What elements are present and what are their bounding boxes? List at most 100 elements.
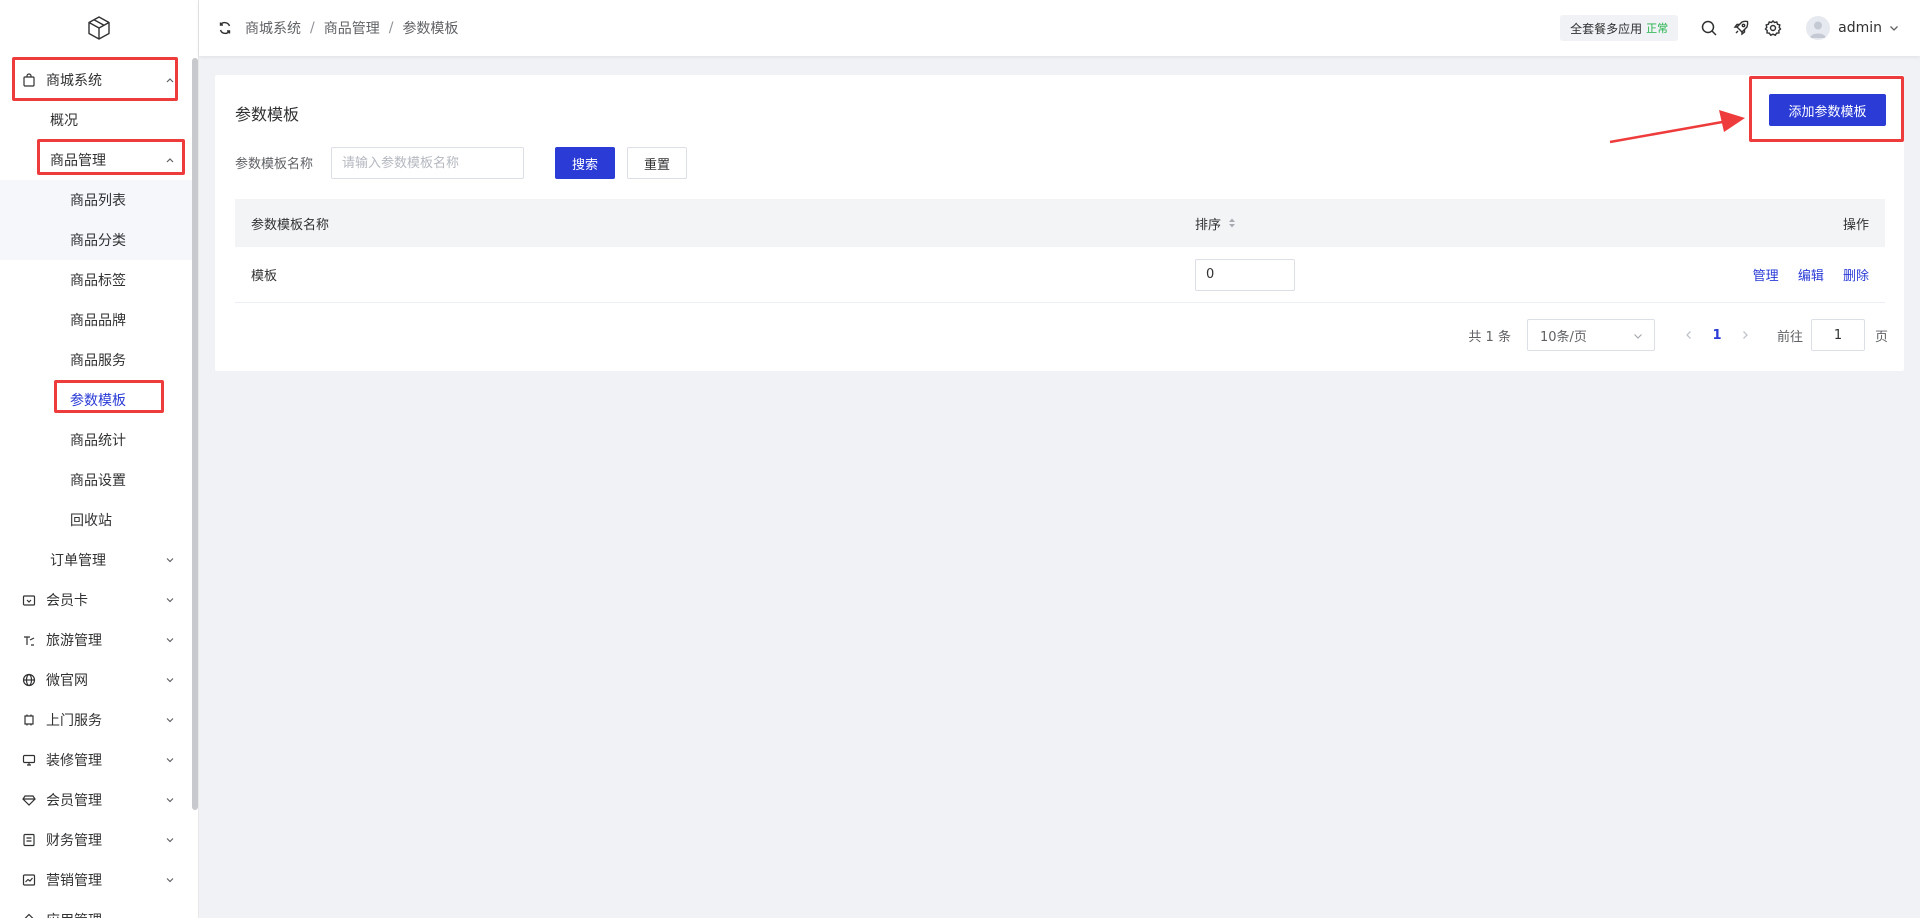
- chevron-down-icon: [166, 558, 174, 563]
- sidebar-item-travel[interactable]: 旅游管理: [0, 620, 192, 660]
- chevron-down-icon: [166, 678, 174, 683]
- sidebar-item-recycle-bin[interactable]: 回收站: [0, 500, 192, 540]
- chevron-left-icon: [1686, 331, 1691, 339]
- sidebar-item-micro-site[interactable]: 微官网: [0, 660, 192, 700]
- sidebar-item-label: 旅游管理: [46, 633, 102, 649]
- chevron-down-icon: [166, 838, 174, 843]
- package-status: 正常: [1646, 22, 1669, 35]
- sidebar-item-label: 财务管理: [46, 833, 102, 849]
- sidebar-item-label: 商品服务: [70, 353, 126, 369]
- sort-cell: [1195, 258, 1295, 291]
- sort-input[interactable]: [1195, 258, 1295, 291]
- table-header: 参数模板名称 排序 操作: [235, 199, 1885, 247]
- avatar[interactable]: [1806, 16, 1831, 40]
- breadcrumb-item[interactable]: 商品管理: [324, 18, 380, 38]
- page-number-current[interactable]: 1: [1703, 328, 1731, 343]
- chart-icon: [21, 872, 37, 888]
- sidebar-item-label: 微官网: [46, 673, 88, 689]
- sidebar-item-app-management[interactable]: 应用管理: [0, 900, 192, 918]
- filter-label: 参数模板名称: [235, 157, 314, 172]
- username[interactable]: admin: [1838, 20, 1882, 36]
- page-size-select[interactable]: 10条/页: [1526, 319, 1655, 351]
- breadcrumb: 商城系统 / 商品管理 / 参数模板: [245, 18, 458, 38]
- refresh-icon[interactable]: [217, 20, 233, 36]
- breadcrumb-item[interactable]: 商城系统: [245, 18, 301, 38]
- chevron-down-icon: [166, 598, 174, 603]
- sidebar-item-label: 商品标签: [70, 273, 126, 289]
- add-param-template-button[interactable]: 添加参数模板: [1769, 94, 1886, 126]
- sidebar-item-label: 参数模板: [70, 393, 126, 409]
- gear-icon[interactable]: [1764, 19, 1782, 37]
- pagination: 共 1 条 10条/页 1 前往 页: [1468, 319, 1888, 351]
- sidebar-item-marketing[interactable]: 营销管理: [0, 860, 192, 900]
- param-template-table: 参数模板名称 排序 操作 模板 管理 编辑 删除: [235, 199, 1885, 303]
- next-page-button[interactable]: [1731, 321, 1759, 349]
- table-row: 模板 管理 编辑 删除: [235, 247, 1885, 303]
- sidebar-item-label: 会员管理: [46, 793, 102, 809]
- sidebar-item-label: 回收站: [70, 513, 112, 529]
- cube-logo-icon: [88, 16, 110, 40]
- sidebar-item-member-card[interactable]: 会员卡: [0, 580, 192, 620]
- globe-icon: [21, 672, 37, 688]
- bag-icon: [21, 72, 37, 88]
- sidebar-item-home-service[interactable]: 上门服务: [0, 700, 192, 740]
- header-actions: 全套餐多应用 正常 admin: [1560, 0, 1920, 56]
- goto-page-input[interactable]: [1810, 319, 1865, 351]
- template-name-cell: 模板: [251, 269, 278, 284]
- sidebar-item-overview[interactable]: 概况: [0, 100, 192, 140]
- column-header-actions: 操作: [1842, 217, 1869, 233]
- sidebar-item-product-category[interactable]: 商品分类: [0, 220, 192, 260]
- sidebar-item-label: 会员卡: [46, 593, 88, 609]
- chevron-right-icon: [1743, 331, 1748, 339]
- sidebar-item-member-management[interactable]: 会员管理: [0, 780, 192, 820]
- package-badge[interactable]: 全套餐多应用 正常: [1560, 15, 1679, 41]
- delete-link[interactable]: 删除: [1843, 269, 1869, 284]
- sidebar: 商城系统 概况 商品管理 商品列表 商品分类 商品标签 商品品牌 商品服务 参数…: [0, 0, 199, 918]
- app-icon: [21, 912, 37, 918]
- sidebar-item-label: 商品设置: [70, 473, 126, 489]
- sidebar-item-product-service[interactable]: 商品服务: [0, 340, 192, 380]
- rocket-icon[interactable]: [1732, 19, 1750, 37]
- chevron-down-icon: [166, 798, 174, 803]
- sidebar-item-product-management[interactable]: 商品管理: [0, 140, 192, 180]
- sidebar-item-label: 商品列表: [70, 193, 126, 209]
- sidebar-item-label: 装修管理: [46, 753, 102, 769]
- sidebar-scrollbar[interactable]: [192, 58, 198, 810]
- sidebar-item-mall-system[interactable]: 商城系统: [0, 60, 192, 100]
- sidebar-item-label: 应用管理: [46, 910, 102, 918]
- sort-caret-icon[interactable]: [1226, 216, 1238, 230]
- sidebar-item-finance[interactable]: 财务管理: [0, 820, 192, 860]
- sidebar-item-param-template[interactable]: 参数模板: [0, 380, 192, 420]
- sidebar-item-product-brand[interactable]: 商品品牌: [0, 300, 192, 340]
- page-title: 参数模板: [235, 105, 300, 124]
- finance-icon: [21, 832, 37, 848]
- column-header-sort[interactable]: 排序: [1195, 214, 1238, 233]
- breadcrumb-separator: /: [310, 20, 315, 36]
- sidebar-item-label: 商品分类: [70, 233, 126, 249]
- search-button[interactable]: 搜索: [555, 147, 615, 179]
- chevron-down-icon[interactable]: [1888, 22, 1900, 34]
- page-size-value: 10条/页: [1539, 329, 1587, 345]
- sidebar-item-product-tags[interactable]: 商品标签: [0, 260, 192, 300]
- main-card: 参数模板 添加参数模板 参数模板名称 搜索 重置 参数模板名称 排序 操作 模板…: [215, 75, 1904, 371]
- chevron-down-icon: [166, 638, 174, 643]
- sidebar-item-decoration[interactable]: 装修管理: [0, 740, 192, 780]
- sidebar-item-label: 商品统计: [70, 433, 126, 449]
- template-name-search-input[interactable]: [331, 147, 524, 179]
- user-avatar-icon: [1810, 21, 1827, 38]
- sidebar-item-label: 营销管理: [46, 873, 102, 889]
- sidebar-item-order-management[interactable]: 订单管理: [0, 540, 192, 580]
- search-icon[interactable]: [1700, 19, 1718, 37]
- chevron-down-icon: [166, 718, 174, 723]
- decor-icon: [21, 752, 37, 768]
- edit-link[interactable]: 编辑: [1798, 269, 1824, 284]
- sidebar-item-product-list[interactable]: 商品列表: [0, 180, 192, 220]
- prev-page-button[interactable]: [1675, 321, 1703, 349]
- sidebar-item-label: 概况: [50, 113, 78, 129]
- manage-link[interactable]: 管理: [1753, 269, 1779, 284]
- sidebar-item-label: 上门服务: [46, 713, 102, 729]
- travel-icon: [21, 632, 37, 648]
- reset-button[interactable]: 重置: [627, 147, 687, 179]
- sidebar-item-product-stats[interactable]: 商品统计: [0, 420, 192, 460]
- sidebar-item-product-settings[interactable]: 商品设置: [0, 460, 192, 500]
